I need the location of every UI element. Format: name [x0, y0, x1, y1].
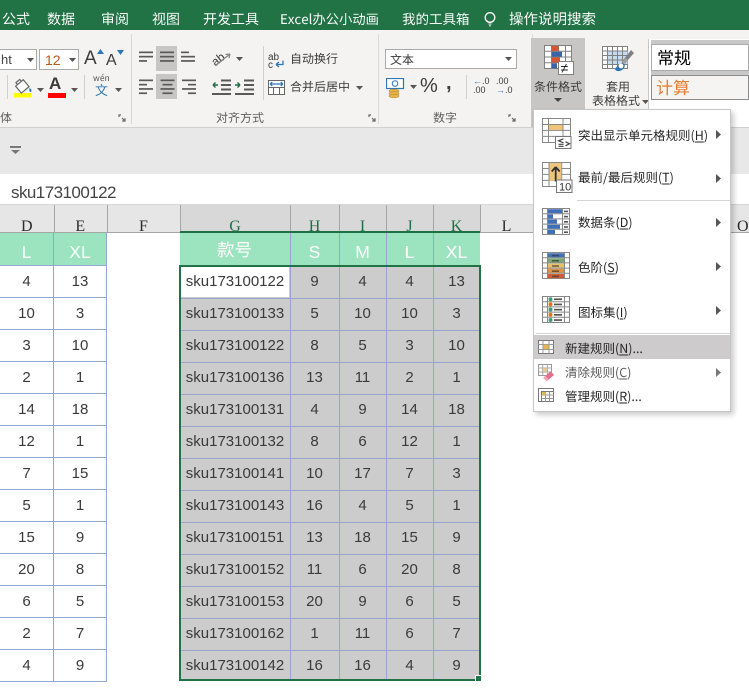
svg-text:c: c [268, 60, 273, 68]
svg-text:10: 10 [559, 181, 571, 193]
svg-text:ab: ab [212, 50, 228, 68]
